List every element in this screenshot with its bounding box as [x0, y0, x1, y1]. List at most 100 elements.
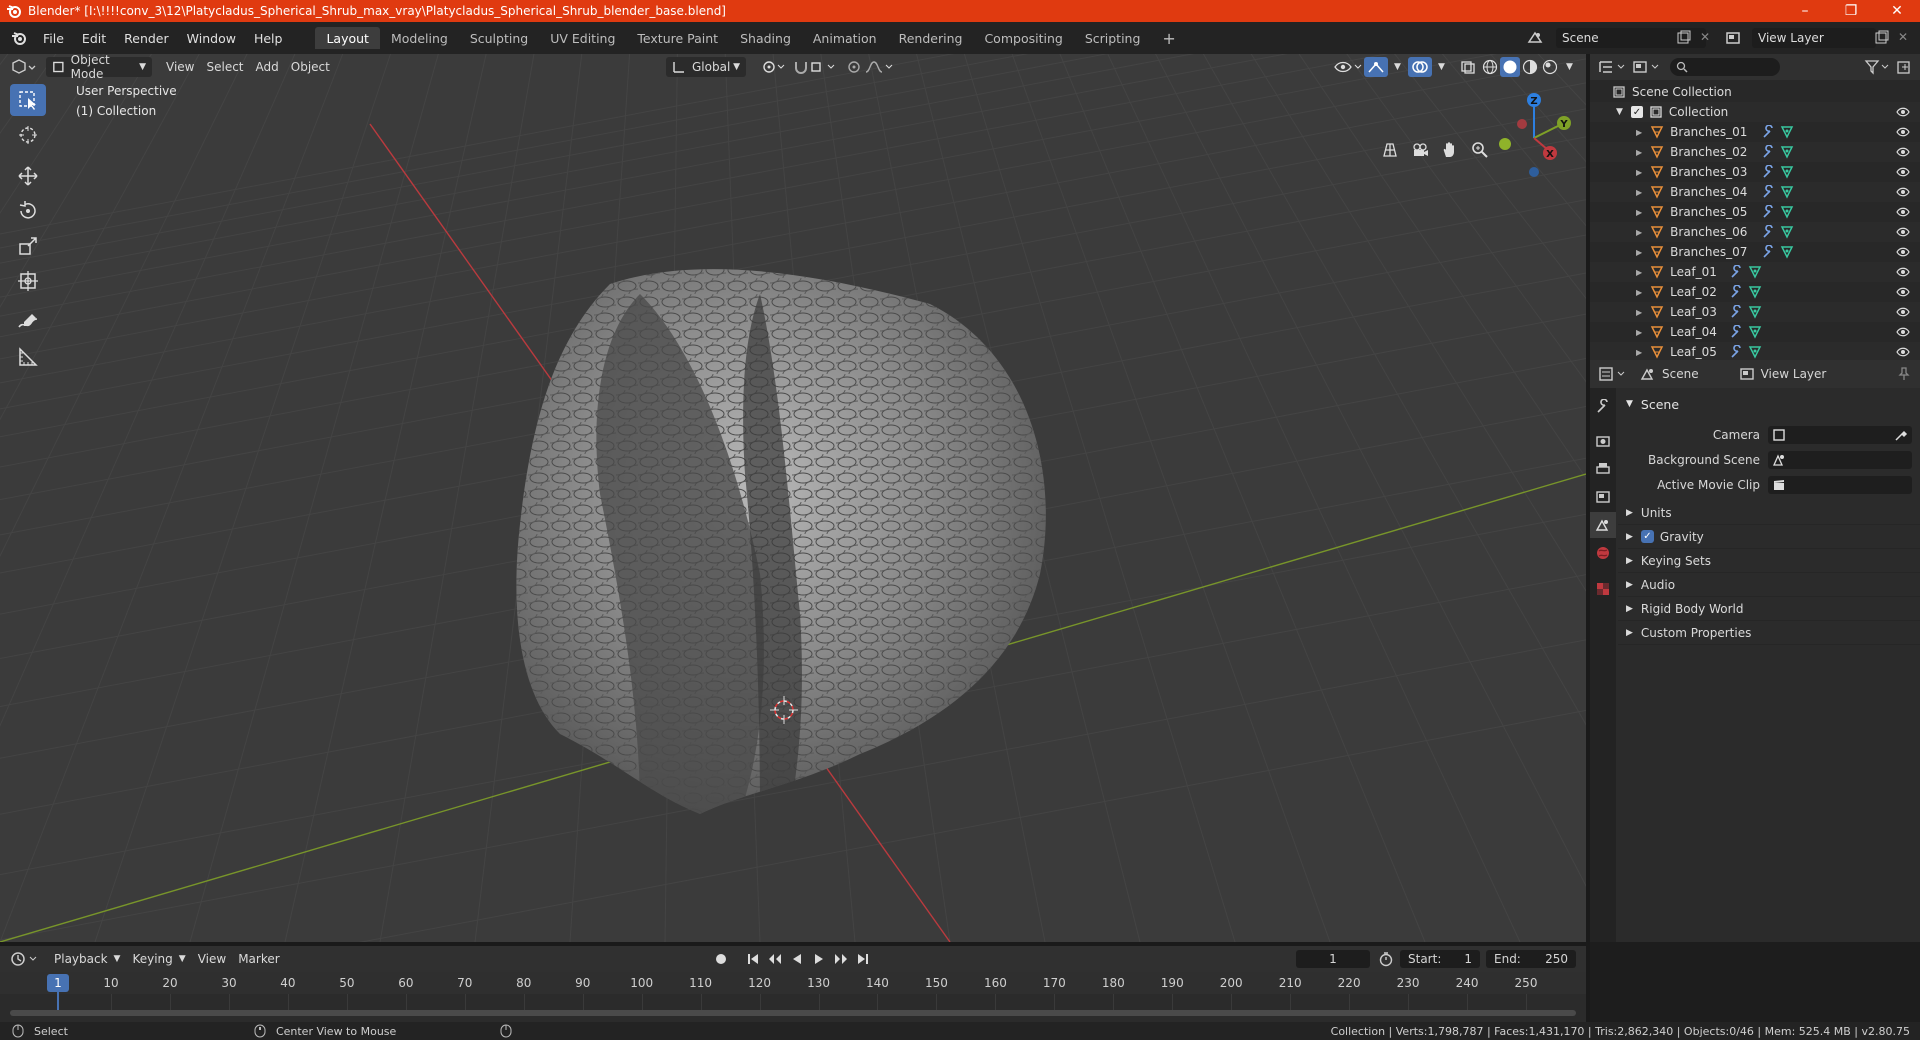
viewport-menu-object[interactable]: Object — [285, 57, 336, 77]
stopwatch-icon[interactable] — [1378, 951, 1394, 967]
collection-checkbox[interactable]: ✓ — [1630, 106, 1643, 118]
blender-menu-icon[interactable] — [10, 30, 28, 46]
overlay-dropdown[interactable]: ▼ — [1432, 57, 1451, 77]
object-mode-dropdown[interactable]: Object Mode ▼ — [46, 54, 152, 81]
tab-view-layer[interactable] — [1590, 484, 1616, 510]
expand-arrow-icon[interactable]: ▶ — [1636, 328, 1642, 337]
prev-keyframe-button[interactable] — [766, 950, 784, 968]
scene-icon[interactable] — [1526, 30, 1544, 46]
snap-button[interactable] — [788, 57, 844, 77]
mesh-data-icon[interactable] — [1748, 285, 1762, 299]
breadcrumb-scene[interactable]: Scene — [1662, 367, 1699, 381]
frame-start-field[interactable]: Start: 1 — [1400, 950, 1480, 968]
menu-file[interactable]: File — [34, 27, 73, 49]
active-movie-clip-field[interactable] — [1768, 475, 1912, 494]
expand-arrow-icon[interactable]: ▶ — [1636, 228, 1642, 237]
outliner-object-row[interactable]: ▶ Branches_01 — [1590, 122, 1920, 142]
collection-row[interactable]: ▼ ✓ Collection — [1590, 102, 1920, 122]
tab-tool[interactable] — [1590, 394, 1616, 420]
mesh-data-icon[interactable] — [1780, 125, 1794, 139]
gravity-checkbox[interactable]: ✓ — [1640, 530, 1654, 543]
frame-end-field[interactable]: End: 250 — [1486, 950, 1576, 968]
viewport-menu-view[interactable]: View — [160, 57, 200, 77]
timeline-editor-type-icon[interactable] — [10, 951, 40, 967]
pin-icon[interactable] — [1896, 366, 1912, 382]
modifier-wrench-icon[interactable] — [1762, 205, 1776, 219]
menu-help[interactable]: Help — [245, 27, 292, 49]
outliner-object-row[interactable]: ▶ Leaf_04 — [1590, 322, 1920, 342]
new-collection-icon[interactable] — [1896, 59, 1914, 75]
proportional-edit-button[interactable] — [842, 57, 902, 77]
workspace-tab-texture-paint[interactable]: Texture Paint — [626, 27, 729, 49]
shading-wireframe-button[interactable] — [1480, 57, 1500, 77]
tab-scene[interactable] — [1590, 512, 1616, 538]
tab-texture[interactable] — [1590, 576, 1616, 602]
audio-panel-header[interactable]: ▶ Audio — [1618, 573, 1920, 597]
current-frame-field[interactable]: 1 — [1296, 950, 1370, 968]
shading-rendered-button[interactable] — [1540, 57, 1560, 77]
toggle-camera-ortho-button[interactable] — [1378, 138, 1402, 162]
expand-arrow-icon[interactable]: ▶ — [1636, 128, 1642, 137]
shading-dropdown[interactable]: ▼ — [1560, 57, 1579, 77]
xray-toggle-button[interactable] — [1454, 57, 1482, 77]
eye-icon[interactable] — [1896, 205, 1910, 219]
eye-icon[interactable] — [1896, 305, 1910, 319]
expand-arrow-icon[interactable]: ▶ — [1636, 188, 1642, 197]
workspace-tab-sculpting[interactable]: Sculpting — [459, 27, 539, 49]
mesh-data-icon[interactable] — [1748, 345, 1762, 359]
eye-icon[interactable] — [1896, 185, 1910, 199]
add-workspace-button[interactable]: + — [1151, 27, 1186, 49]
timeline-menu-marker[interactable]: Marker — [232, 949, 285, 969]
rigid-body-world-panel-header[interactable]: ▶ Rigid Body World — [1618, 597, 1920, 621]
pan-view-button[interactable] — [1438, 138, 1462, 162]
outliner-object-row[interactable]: ▶ Leaf_05 — [1590, 342, 1920, 362]
delete-scene-icon[interactable]: ✕ — [1700, 30, 1710, 44]
eye-icon[interactable] — [1896, 125, 1910, 139]
tab-output[interactable] — [1590, 456, 1616, 482]
units-panel-header[interactable]: ▶ Units — [1618, 501, 1920, 525]
expand-arrow-icon[interactable]: ▶ — [1636, 148, 1642, 157]
scene-collection-row[interactable]: Scene Collection — [1590, 82, 1920, 102]
workspace-tab-uv-editing[interactable]: UV Editing — [539, 27, 626, 49]
play-button[interactable] — [810, 950, 828, 968]
expand-arrow-icon[interactable]: ▶ — [1636, 248, 1642, 257]
custom-properties-panel-header[interactable]: ▶ Custom Properties — [1618, 621, 1920, 645]
mesh-data-icon[interactable] — [1780, 185, 1794, 199]
outliner-object-row[interactable]: ▶ Leaf_02 — [1590, 282, 1920, 302]
workspace-tab-scripting[interactable]: Scripting — [1074, 27, 1152, 49]
select-box-tool[interactable] — [10, 84, 46, 116]
mesh-data-icon[interactable] — [1780, 245, 1794, 259]
gizmo-dropdown[interactable]: ▼ — [1388, 57, 1407, 77]
minimize-button[interactable]: – — [1782, 0, 1828, 22]
mesh-data-icon[interactable] — [1780, 165, 1794, 179]
eye-icon[interactable] — [1896, 165, 1910, 179]
outliner-object-row[interactable]: ▶ Branches_04 — [1590, 182, 1920, 202]
eyedropper-icon[interactable] — [1894, 428, 1908, 442]
modifier-wrench-icon[interactable] — [1730, 305, 1744, 319]
timeline-menu-playback[interactable]: Playback ▼ — [48, 949, 126, 969]
workspace-tab-compositing[interactable]: Compositing — [973, 27, 1073, 49]
expand-arrow-icon[interactable]: ▶ — [1636, 208, 1642, 217]
mesh-data-icon[interactable] — [1780, 205, 1794, 219]
gravity-panel-header[interactable]: ▶ ✓ Gravity — [1618, 525, 1920, 549]
camera-view-button[interactable] — [1408, 138, 1432, 162]
expand-arrow-icon[interactable]: ▶ — [1636, 168, 1642, 177]
mesh-data-icon[interactable] — [1748, 265, 1762, 279]
new-scene-icon[interactable] — [1676, 30, 1692, 46]
menu-render[interactable]: Render — [115, 27, 178, 49]
modifier-wrench-icon[interactable] — [1730, 265, 1744, 279]
shading-solid-button[interactable] — [1500, 57, 1520, 77]
camera-field[interactable] — [1768, 425, 1912, 444]
mesh-data-icon[interactable] — [1780, 145, 1794, 159]
outliner-object-row[interactable]: ▶ Leaf_01 — [1590, 262, 1920, 282]
modifier-wrench-icon[interactable] — [1730, 345, 1744, 359]
expand-arrow-icon[interactable]: ▶ — [1636, 268, 1642, 277]
eye-icon[interactable] — [1896, 285, 1910, 299]
axis-navigation-gizmo[interactable]: Z Y X — [1484, 82, 1584, 182]
mesh-data-icon[interactable] — [1748, 325, 1762, 339]
new-view-layer-icon[interactable] — [1874, 30, 1890, 46]
outliner-object-row[interactable]: ▶ Branches_02 — [1590, 142, 1920, 162]
viewport-menu-select[interactable]: Select — [200, 57, 249, 77]
timeline-scrollbar[interactable] — [10, 1010, 1576, 1016]
workspace-tab-animation[interactable]: Animation — [802, 27, 888, 49]
